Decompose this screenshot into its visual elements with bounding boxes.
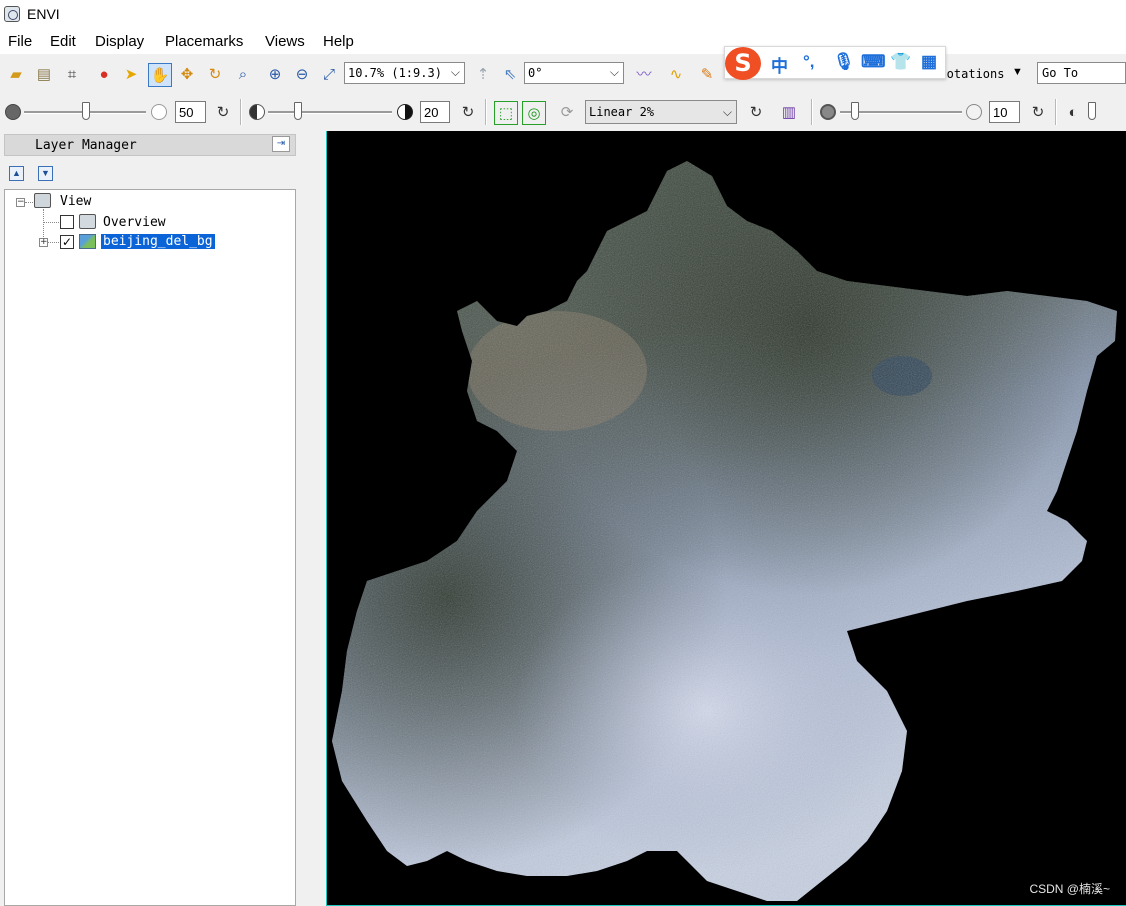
enhancement-toolbar: 50 ↻ 20 ↻ ⬚ ◎ ⟳ Linear 2% ⌵ ↻ ▥ 10 ↻ ◐ — [0, 94, 1126, 130]
tree-root-view[interactable]: View — [60, 194, 91, 209]
goto-placeholder: Go To — [1042, 66, 1079, 80]
overview-eye-icon — [79, 214, 96, 229]
placemark-pin-icon[interactable]: ● — [94, 64, 114, 84]
reset-stretch-icon[interactable]: ↻ — [746, 102, 766, 122]
menu-placemarks[interactable]: Placemarks — [165, 33, 243, 50]
tree-item-overview[interactable]: Overview — [103, 215, 166, 230]
sharpen-value-input[interactable]: 10 — [989, 101, 1020, 123]
menu-views[interactable]: Views — [265, 33, 305, 50]
view-eye-icon — [34, 193, 51, 208]
expand-layer-icon[interactable]: + — [39, 238, 48, 247]
tree-item-beijing-layer[interactable]: beijing_del_bg — [101, 234, 215, 249]
tree-connector — [48, 242, 59, 243]
keyboard-icon[interactable]: ⌨ — [861, 52, 886, 72]
reset-sharpen-icon[interactable]: ↻ — [1028, 102, 1048, 122]
zoom-tool-icon[interactable]: ⌕ — [233, 64, 253, 84]
collapse-view-icon[interactable]: − — [16, 198, 25, 207]
rotate-north-icon[interactable]: ⇡ — [473, 64, 493, 84]
zoom-out-icon[interactable]: ⊖ — [292, 64, 312, 84]
sharpen-low-icon — [820, 104, 836, 120]
window-title: ENVI — [27, 6, 60, 22]
vector-tool-icon[interactable]: 〰 — [634, 64, 654, 84]
transparency-icon: ◐ — [1068, 103, 1078, 121]
rotate-icon[interactable]: ↻ — [205, 64, 225, 84]
sogou-logo-icon[interactable]: S — [725, 47, 761, 80]
histogram-icon[interactable]: ▥ — [779, 102, 799, 122]
move-layer-down-icon[interactable]: ▼ — [38, 166, 53, 181]
tree-connector — [43, 222, 59, 223]
pan-hand-icon[interactable]: ✋ — [148, 63, 172, 87]
envi-app-icon — [4, 6, 20, 22]
stretch-type-value: Linear 2% — [589, 105, 655, 119]
open-folder-icon[interactable]: ▰ — [6, 64, 26, 84]
transparency-slider-thumb[interactable] — [1088, 102, 1096, 120]
layer-tree: − View Overview + ✓ beijing_del_bg — [4, 189, 296, 906]
toolbar-separator — [811, 99, 813, 125]
layer-manager-title: Layer Manager — [35, 138, 137, 153]
stretch-refresh-icon[interactable]: ⟳ — [557, 102, 577, 122]
menu-help[interactable]: Help — [323, 33, 354, 50]
chevron-down-icon: ⌵ — [722, 105, 732, 119]
toolbar-separator — [485, 99, 487, 125]
spectral-profile-icon[interactable]: ∿ — [666, 64, 686, 84]
zoom-value: 10.7% (1:9.3) — [348, 66, 442, 80]
caret-down-icon[interactable]: ▼ — [1012, 66, 1023, 78]
sharpen-high-icon — [966, 104, 982, 120]
brightness-value-input[interactable]: 50 — [175, 101, 206, 123]
roi-tool-icon[interactable]: ✎ — [697, 64, 717, 84]
sharpen-slider-thumb[interactable] — [851, 102, 859, 120]
layer-manager-header: Layer Manager ⇥ — [4, 134, 296, 156]
crop-icon[interactable]: ⌗ — [62, 64, 82, 84]
brightness-slider-thumb[interactable] — [82, 102, 90, 120]
ime-toolbar[interactable]: S 中 °, 🎙 ⌨ 👕 ▦ — [724, 46, 946, 80]
menu-file[interactable]: File — [8, 33, 32, 50]
overview-checkbox[interactable] — [60, 215, 74, 229]
clipboard-icon[interactable]: ▤ — [34, 64, 54, 84]
reset-contrast-icon[interactable]: ↻ — [458, 102, 478, 122]
fly-move-icon[interactable]: ✥ — [177, 64, 197, 84]
reset-brightness-icon[interactable]: ↻ — [213, 102, 233, 122]
contrast-slider-thumb[interactable] — [294, 102, 302, 120]
image-view[interactable]: CSDN @楠溪~ — [326, 131, 1126, 906]
full-extent-icon[interactable]: ⬚ — [494, 101, 518, 125]
menu-bar: File Edit Display Placemarks Views Help — [0, 30, 1126, 54]
toolbar-separator — [240, 99, 242, 125]
menu-edit[interactable]: Edit — [50, 33, 76, 50]
chevron-down-icon: ⌵ — [450, 65, 460, 79]
contrast-high-icon — [397, 104, 413, 120]
layer-checkbox[interactable]: ✓ — [60, 235, 74, 249]
move-layer-up-icon[interactable]: ▲ — [9, 166, 24, 181]
brightness-dark-icon — [5, 104, 21, 120]
zoom-combo[interactable]: 10.7% (1:9.3) ⌵ — [344, 62, 465, 84]
toolbar-separator — [1055, 99, 1057, 125]
rotate-to-icon[interactable]: ⇖ — [500, 64, 520, 84]
tree-connector — [25, 202, 33, 203]
ime-chinese-mode[interactable]: 中 — [771, 52, 788, 77]
watermark-text: CSDN @楠溪~ — [1029, 882, 1110, 896]
brightness-light-icon — [151, 104, 167, 120]
zoom-in-icon[interactable]: ⊕ — [265, 64, 285, 84]
apps-grid-icon[interactable]: ▦ — [921, 52, 937, 72]
contrast-low-icon — [249, 104, 265, 120]
contrast-value-input[interactable]: 20 — [420, 101, 450, 123]
data-extent-icon[interactable]: ◎ — [522, 101, 546, 125]
title-bar: ENVI — [0, 0, 1126, 30]
raster-image-icon — [79, 234, 96, 249]
menu-display[interactable]: Display — [95, 33, 144, 50]
chevron-down-icon: ⌵ — [609, 65, 619, 79]
main-toolbar: ▰ ▤ ⌗ ● ➤ ✋ ✥ ↻ ⌕ ⊕ ⊖ ⤢ 10.7% (1:9.3) ⌵ … — [0, 55, 1126, 93]
dock-panel-icon[interactable]: ⇥ — [272, 136, 290, 152]
goto-input[interactable]: Go To — [1037, 62, 1126, 84]
stretch-type-combo[interactable]: Linear 2% ⌵ — [585, 100, 737, 124]
rotation-value: 0° — [528, 66, 543, 80]
layer-manager-panel: Layer Manager ⇥ ▲ ▼ − View Overview + ✓ … — [0, 131, 302, 906]
select-arrow-icon[interactable]: ➤ — [121, 64, 141, 84]
ime-punctuation[interactable]: °, — [803, 52, 815, 72]
rotation-combo[interactable]: 0° ⌵ — [524, 62, 624, 84]
beijing-satellite-image[interactable] — [327, 131, 1126, 906]
skin-shirt-icon[interactable]: 👕 — [890, 52, 911, 72]
contrast-slider-track[interactable] — [268, 111, 392, 114]
zoom-full-icon[interactable]: ⤢ — [319, 64, 339, 84]
microphone-icon[interactable]: 🎙 — [833, 52, 855, 72]
